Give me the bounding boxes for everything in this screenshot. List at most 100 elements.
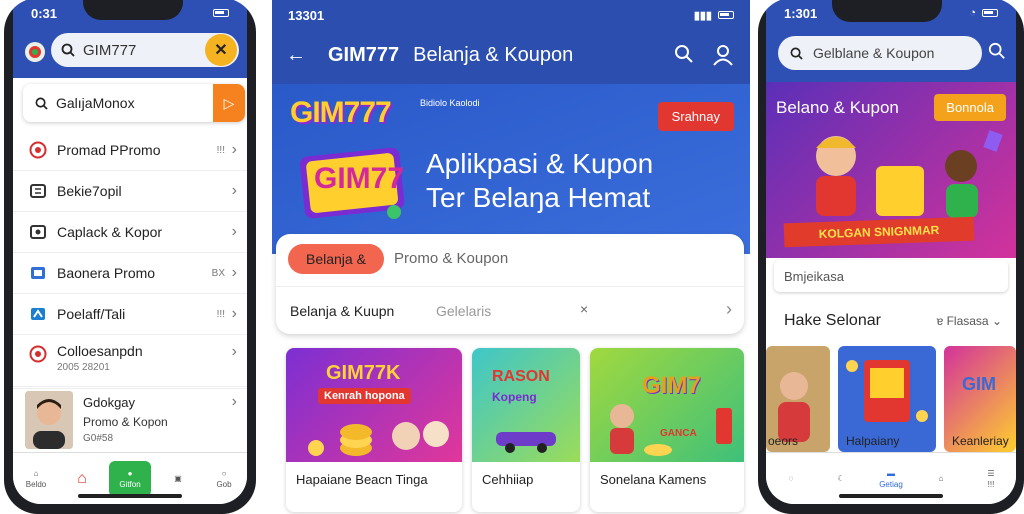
store-icon: ⌂ xyxy=(938,474,944,483)
battery-icon xyxy=(982,9,998,17)
menu-item[interactable]: Baonera Promo BX › xyxy=(13,253,247,294)
banner-button[interactable]: Bonnola xyxy=(934,94,1006,121)
product-image-sub: Kopeng xyxy=(492,390,537,404)
tab-coupon[interactable]: ▣ xyxy=(159,461,197,497)
coins-graphic xyxy=(308,421,449,456)
home-indicator xyxy=(78,494,182,498)
big-logo-graphic: GIM77 xyxy=(298,142,406,222)
menu-item[interactable]: Bekie7opil › xyxy=(13,171,247,212)
product-caption: Hapaiane Beacn Tinga xyxy=(296,472,428,487)
banner-icon xyxy=(27,262,49,284)
tag-icon xyxy=(27,303,49,325)
banner-title: Belano & Kupon xyxy=(776,98,899,117)
go-button[interactable]: ▷ xyxy=(213,84,245,122)
secondary-search-bar[interactable]: GalıjaMonox ▷ xyxy=(23,84,245,122)
home-icon: ⌂ xyxy=(33,468,39,478)
menu-item[interactable]: Colloesanpdn 2005 28201 › xyxy=(13,335,247,387)
menu-item-label: Poelaff/Tali xyxy=(57,306,126,322)
profile-button[interactable] xyxy=(712,44,734,71)
tab-home[interactable]: ◌ xyxy=(772,461,810,497)
chevron-down-icon: ⌄ xyxy=(991,314,1002,328)
close-icon[interactable]: × xyxy=(580,301,588,317)
chevron-right-icon: › xyxy=(231,141,237,158)
coupon-icon: ▣ xyxy=(174,474,182,483)
tab-explore[interactable]: ☾ xyxy=(822,461,860,497)
chevron-right-icon: › xyxy=(231,264,237,281)
right-phone-screen: 1:301 ◔ Gelblane & Koupon Belano & Kupon… xyxy=(766,0,1016,504)
menu-item-suffix: !!! xyxy=(216,144,225,156)
tab-label: Beldo xyxy=(25,479,47,489)
tab-store[interactable]: ⌂ xyxy=(922,461,960,497)
wifi-icon: ◔ xyxy=(969,7,976,19)
search-icon xyxy=(61,43,75,57)
thumb-title: GIM xyxy=(962,374,996,394)
card-title: Gdokgay xyxy=(83,395,136,410)
product-image: RASON Kopeng xyxy=(472,348,580,462)
search-button[interactable] xyxy=(988,42,1006,65)
tab-home[interactable]: ⌂ Beldo xyxy=(17,461,55,497)
tab-promo[interactable]: Promo & Koupon xyxy=(394,250,508,267)
home-indicator xyxy=(839,494,943,498)
status-time: 1:301 xyxy=(784,5,818,21)
chat-icon: ▬ xyxy=(887,468,895,478)
product-caption: Sonelana Kamens xyxy=(600,472,707,487)
target-icon xyxy=(27,139,49,161)
side-menu: Promad PPromo !!! › Bekie7opil › Caplack… xyxy=(13,130,247,387)
banner-badge-button[interactable]: Srahnay xyxy=(657,102,734,131)
clear-button[interactable]: ✕ xyxy=(205,34,237,66)
chat-icon: ● xyxy=(127,468,133,478)
chevron-right-icon: › xyxy=(726,299,732,319)
promo-banner[interactable]: GIM777 Bidiolo Kaolodi Srahnay GIM77 Apl… xyxy=(272,84,750,254)
secondary-search-value: GalıjaMonox xyxy=(56,95,135,111)
right-phone-frame: 1:301 ◔ Gelblane & Koupon Belano & Kupon… xyxy=(758,0,1024,514)
tab-gift[interactable]: ● Gitfon xyxy=(109,460,151,497)
banner-logo: GIM777 xyxy=(290,96,392,129)
product-card[interactable]: RASON Kopeng Cehhiiap xyxy=(472,348,580,512)
tab-profile[interactable]: ○ Gob xyxy=(205,461,243,497)
profile-icon: ○ xyxy=(221,468,227,478)
search-value: Gelblane & Koupon xyxy=(813,45,935,61)
filter-value: Gelelaris xyxy=(436,303,492,319)
tab-store[interactable]: ⌂ xyxy=(63,461,101,497)
filter-dropdown[interactable]: ɐ Flasasa ⌄ xyxy=(937,314,1002,328)
home-icon: ◌ xyxy=(788,474,794,483)
product-card[interactable]: GIM7 GANCA Sonelana Kamens xyxy=(590,348,744,512)
card-extra: G0#58 xyxy=(83,433,114,444)
promo-banner[interactable]: Belano & Kupon Bonnola KOLGAN SNIGNMAR xyxy=(766,82,1016,258)
tab-panel: Belanja & Promo & Koupon Belanja & Kuupn… xyxy=(276,234,744,334)
profile-card[interactable]: Gdokgay Promo & Kopon G0#58 › xyxy=(13,388,247,449)
text-input[interactable]: Bmjeikasa xyxy=(774,260,1008,292)
section-title: Hake Selonar xyxy=(784,312,881,329)
menu-item[interactable]: Promad PPromo !!! › xyxy=(13,130,247,171)
product-grid: GIM77K Kenrah hopona Hapaiane Beacn Ting… xyxy=(286,348,744,512)
status-time: 13301 xyxy=(288,7,325,23)
search-button[interactable] xyxy=(674,44,694,69)
menu-item[interactable]: Caplack & Kopor › xyxy=(13,212,247,253)
tab-menu[interactable]: ☰!!! xyxy=(972,461,1010,497)
search-input[interactable]: Gelblane & Koupon xyxy=(778,36,982,70)
menu-item-label: Colloesanpdn xyxy=(57,343,143,359)
search-value: GIM777 xyxy=(83,41,137,59)
app-logo-icon xyxy=(25,42,45,62)
battery-icon xyxy=(718,11,734,19)
arrow-left-icon: ← xyxy=(286,44,306,66)
filter-row[interactable]: Belanja & Kuupn Gelelaris × › xyxy=(276,286,744,334)
avatar xyxy=(25,391,73,449)
title-brand: GIM777 xyxy=(328,44,400,66)
product-image-title: GIM77K xyxy=(326,362,401,384)
car-graphic xyxy=(496,432,556,453)
back-button[interactable]: ← xyxy=(286,44,306,67)
chevron-right-icon: › xyxy=(231,182,237,199)
filter-label: ɐ Flasasa xyxy=(936,314,989,328)
banner-headline-1: Aplikpasi & Kupon xyxy=(426,148,654,179)
tab-shopping[interactable]: Belanja & xyxy=(288,244,384,274)
tab-chat[interactable]: ▬ Getiag xyxy=(872,461,910,497)
product-image-title: GIM7 xyxy=(642,372,701,399)
left-phone-screen: 0:31 GIM777 ✕ GalıjaMonox ▷ Promad PProm… xyxy=(13,0,247,504)
menu-item[interactable]: Poelaff/Tali !!! › xyxy=(13,294,247,335)
notch xyxy=(83,0,183,20)
product-image: GIM7 GANCA xyxy=(590,348,744,462)
product-card[interactable]: GIM77K Kenrah hopona Hapaiane Beacn Ting… xyxy=(286,348,462,512)
close-icon: ✕ xyxy=(214,42,228,59)
menu-item-label: Bekie7opil xyxy=(57,183,122,199)
